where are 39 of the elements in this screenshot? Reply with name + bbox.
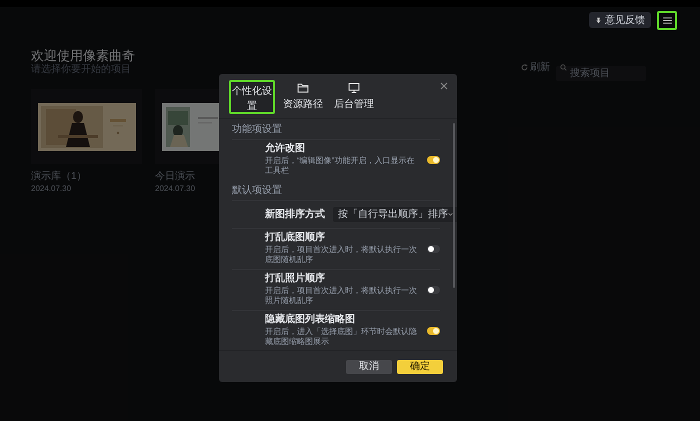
- setting-label: 打乱底图顺序: [265, 233, 326, 243]
- refresh-icon: [521, 64, 528, 71]
- setting-description: 开启后，项目首次进入时，将默认执行一次底图随机乱序: [265, 245, 418, 265]
- setting-label: 新图排序方式: [265, 207, 325, 222]
- setting-description: 开启后，“编辑图像”功能开启，入口显示在工具栏: [265, 156, 416, 176]
- section-title: 默认项设置: [232, 186, 283, 196]
- project-card[interactable]: [31, 89, 142, 164]
- toggle-switch[interactable]: [427, 245, 440, 253]
- setting-description: 开启后，进入「选择底图」环节时会默认隐藏底图缩略图展示: [265, 327, 418, 347]
- project-date: 2024.07.30: [31, 185, 72, 193]
- project-date: 2024.07.30: [155, 185, 196, 193]
- setting-label: 打乱照片顺序: [265, 274, 326, 284]
- setting-label: 允许改图: [265, 144, 306, 154]
- project-card[interactable]: [155, 89, 219, 164]
- section-title: 功能项设置: [232, 125, 283, 135]
- confirm-button[interactable]: 确定: [397, 360, 443, 374]
- setting-label: 隐藏底图列表缩略图: [265, 315, 356, 325]
- settings-tab[interactable]: 后台管理: [331, 80, 377, 114]
- toggle-switch[interactable]: [427, 286, 440, 294]
- folder-icon: [297, 82, 309, 94]
- scrollbar[interactable]: [453, 123, 455, 288]
- toggle-switch[interactable]: [427, 156, 440, 164]
- search-icon: [560, 64, 567, 71]
- menu-button[interactable]: [657, 10, 677, 30]
- close-button[interactable]: [440, 82, 448, 90]
- settings-tab[interactable]: 资源路径: [280, 80, 326, 114]
- close-icon: [440, 82, 448, 90]
- project-name: 演示库（1）: [31, 172, 87, 182]
- settings-tab[interactable]: 个性化设置: [229, 80, 275, 114]
- cancel-button[interactable]: 取消: [346, 360, 392, 374]
- monitor-icon: [348, 82, 360, 94]
- project-name: 今日演示: [155, 172, 195, 182]
- feedback-button[interactable]: 意见反馈: [589, 12, 651, 28]
- toggle-switch[interactable]: [427, 327, 440, 335]
- setting-description: 开启后，项目首次进入时，将默认执行一次照片随机乱序: [265, 286, 418, 306]
- search-field[interactable]: 搜索项目: [556, 66, 646, 81]
- welcome-title: 欢迎使用像素曲奇: [31, 49, 135, 62]
- caret-icon: [448, 213, 453, 216]
- menu-icon: [662, 16, 672, 24]
